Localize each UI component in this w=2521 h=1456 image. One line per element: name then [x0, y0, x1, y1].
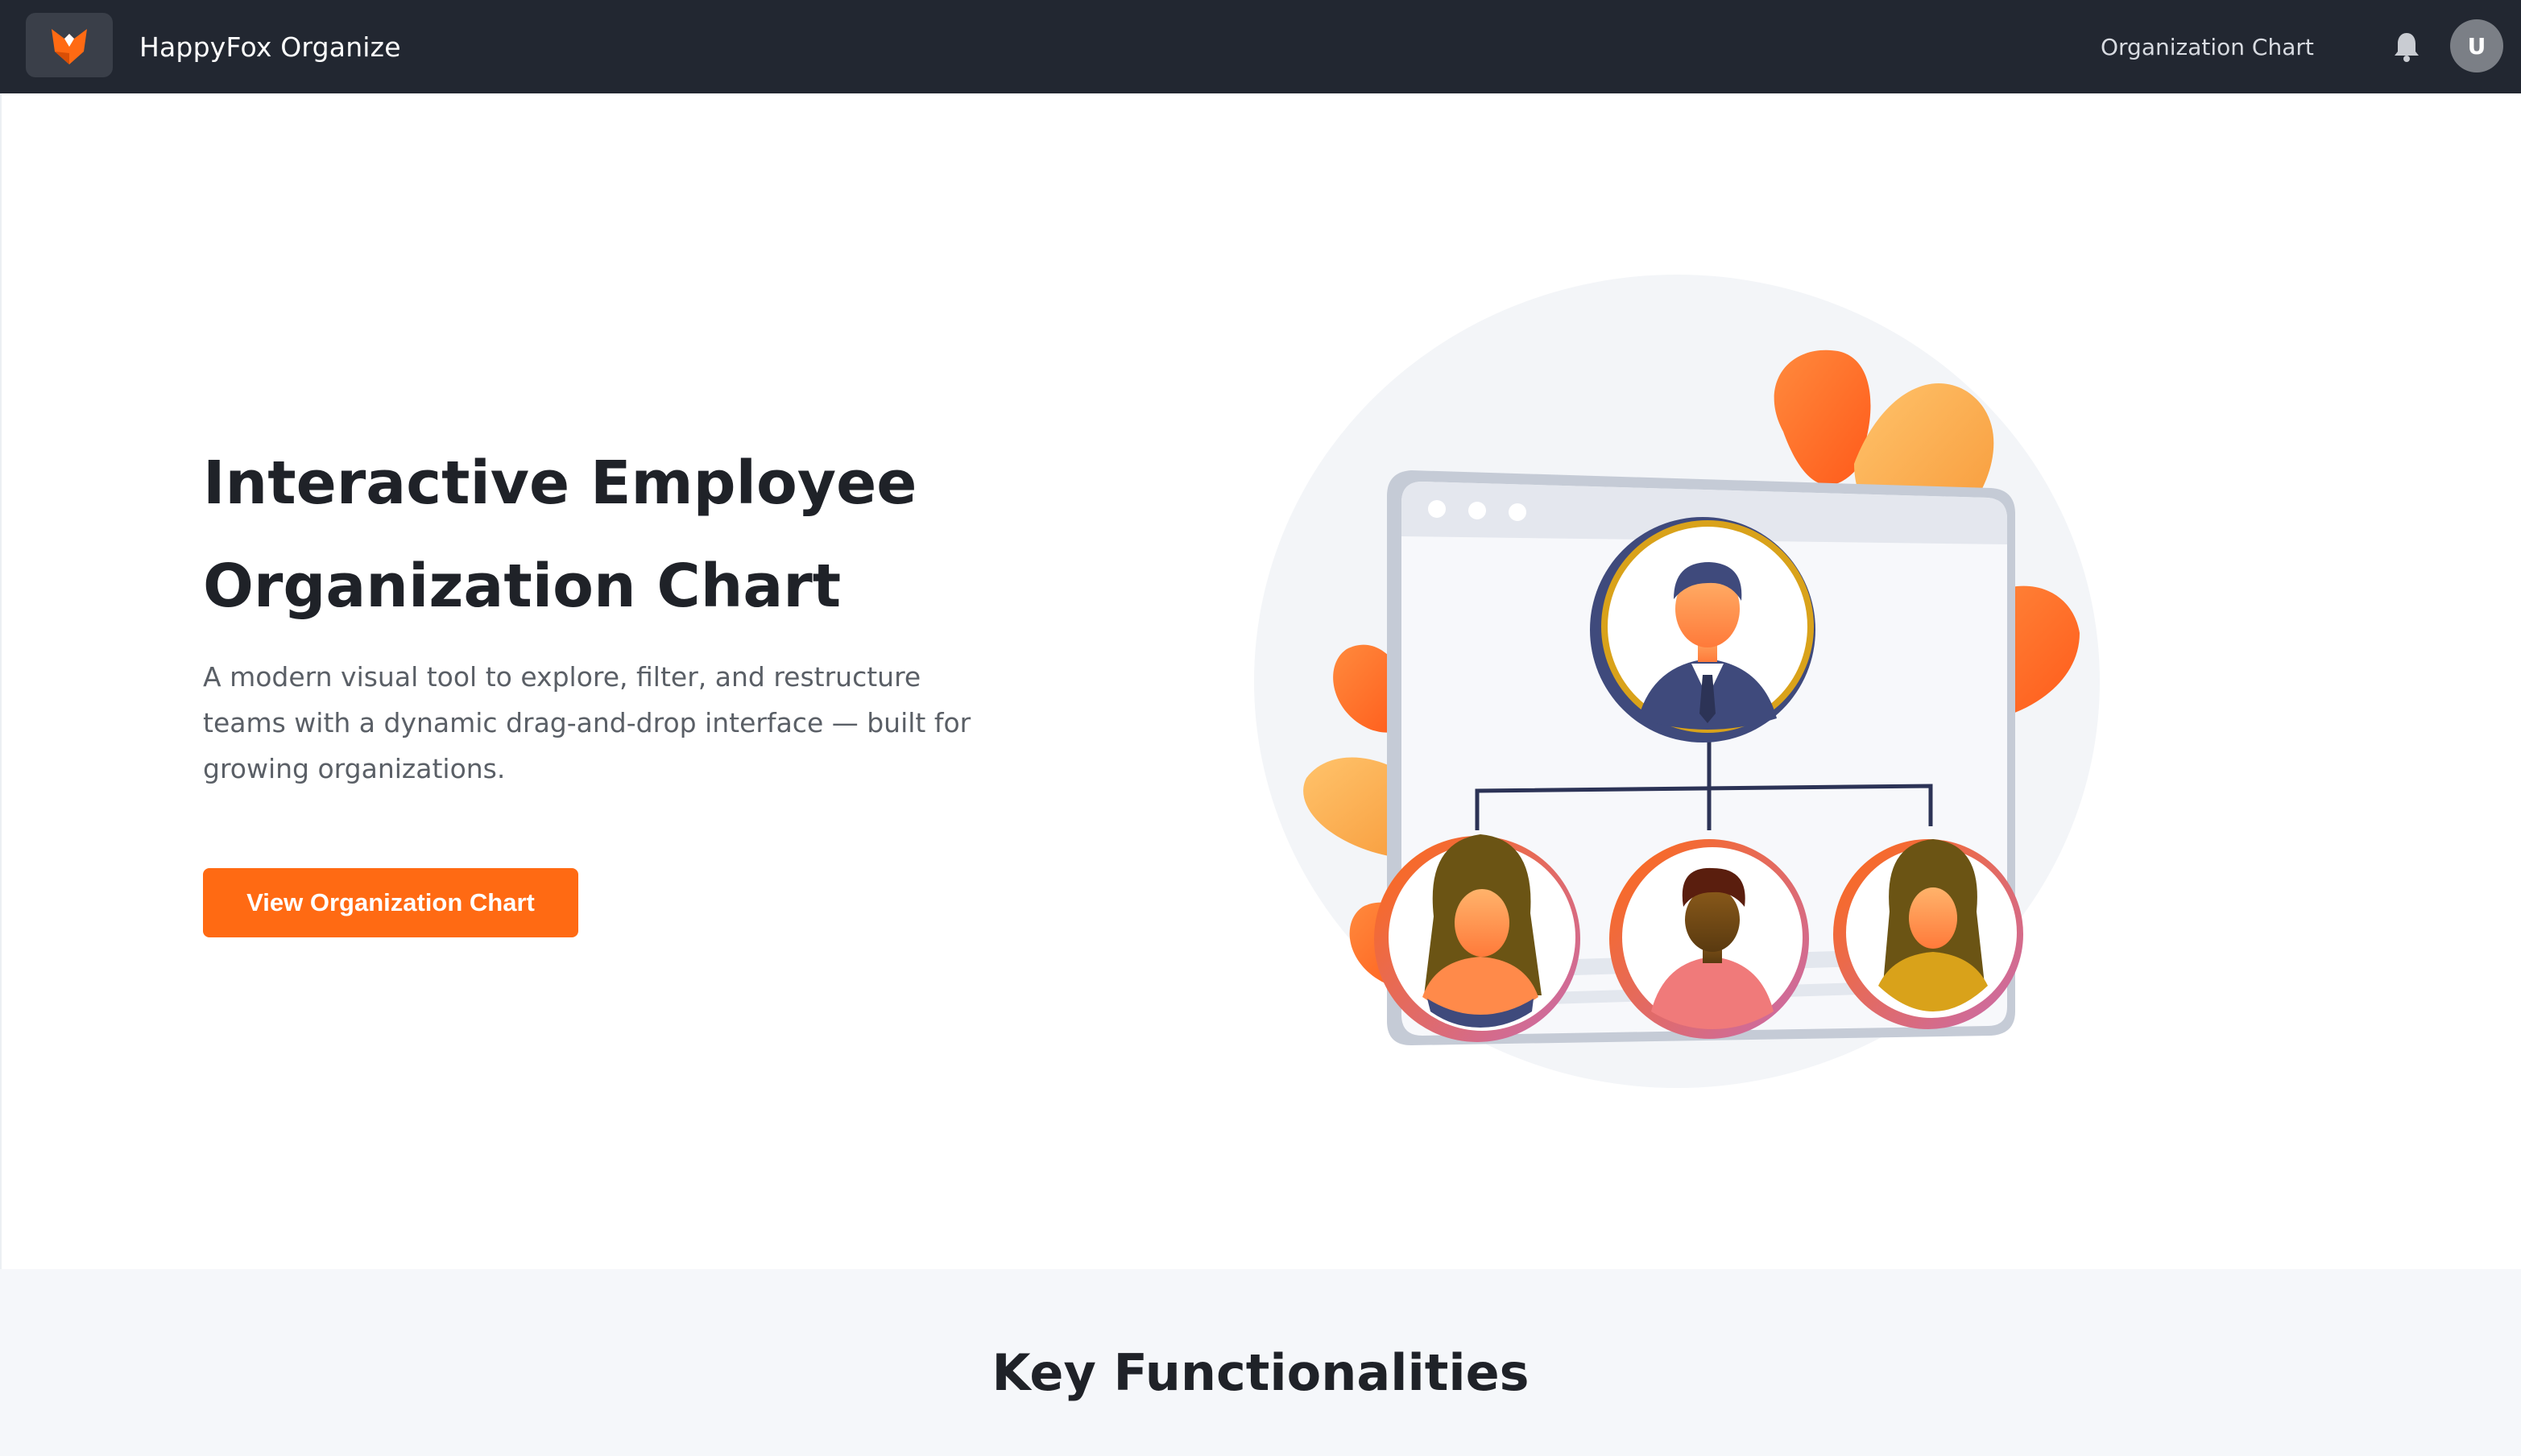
nav-link-organization-chart[interactable]: Organization Chart	[2101, 0, 2314, 93]
notifications-button[interactable]	[2389, 27, 2424, 66]
hero-section: Interactive Employee Organization Chart …	[0, 93, 2521, 1269]
window-dot-2	[1468, 502, 1486, 519]
fox-logo-icon	[52, 29, 87, 64]
manager-node	[1590, 517, 1815, 742]
top-navigation-bar: HappyFox Organize Organization Chart U	[0, 0, 2521, 93]
logo-button[interactable]	[26, 13, 113, 77]
employee-node-middle	[1609, 839, 1809, 1039]
page: HappyFox Organize Organization Chart U I…	[0, 0, 2521, 1456]
window-dot-3	[1509, 503, 1526, 521]
hero-title: Interactive Employee Organization Chart	[203, 449, 917, 621]
bell-icon	[2395, 33, 2419, 62]
hero-subtitle: A modern visual tool to explore, filter,…	[203, 661, 971, 784]
user-avatar[interactable]: U	[2450, 19, 2503, 72]
brand-name: HappyFox Organize	[139, 31, 401, 63]
view-organization-chart-button[interactable]: View Organization Chart	[203, 868, 578, 937]
employee-node-left	[1374, 834, 1580, 1042]
org-chart-illustration	[1254, 275, 2100, 1088]
features-title: Key Functionalities	[991, 1343, 1530, 1402]
features-section: Key Functionalities	[0, 1269, 2521, 1456]
window-dot-1	[1428, 500, 1446, 518]
employee-node-right	[1833, 839, 2023, 1029]
